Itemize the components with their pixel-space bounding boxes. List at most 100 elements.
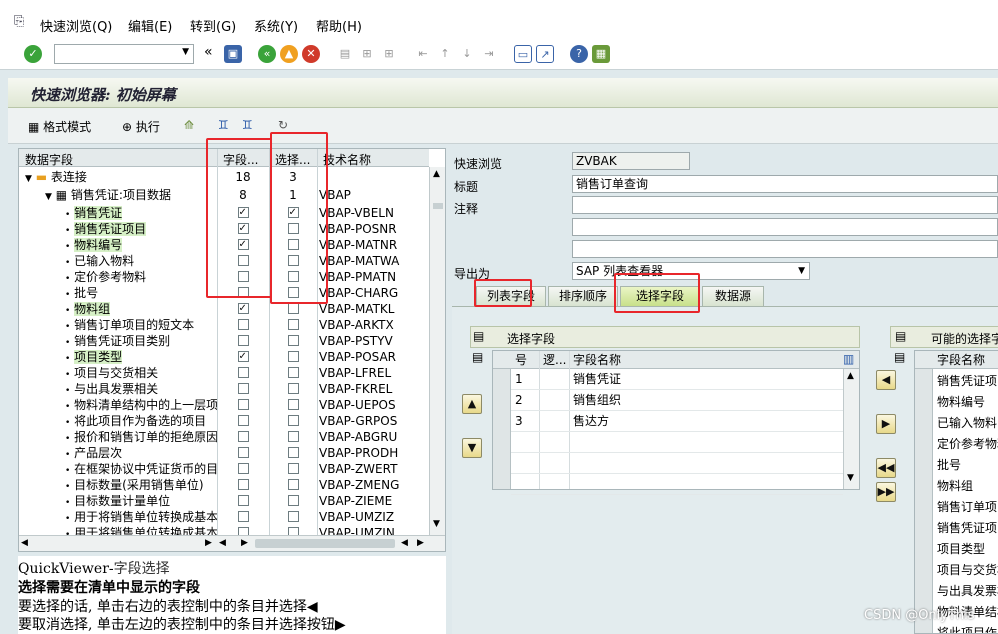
selection-field-checkbox[interactable]	[287, 495, 299, 506]
tree-node-join[interactable]: ▼ ▬ 表连接 18 3	[19, 169, 429, 185]
scroll-down-icon[interactable]: ▼	[433, 519, 440, 529]
selection-field-checkbox[interactable]	[287, 383, 299, 394]
deselect-all-icon[interactable]: ▤	[472, 350, 483, 364]
col-field-name[interactable]: 字段名称	[573, 350, 621, 370]
selection-field-checkbox[interactable]	[287, 351, 299, 362]
tree-field-row[interactable]: • 目标数量(采用销售单位) VBAP-ZMENG	[19, 477, 429, 493]
col-logic[interactable]: 逻...	[543, 350, 566, 370]
print-icon[interactable]: ▤	[336, 45, 354, 63]
help-icon[interactable]: ?	[570, 45, 588, 63]
tab-sort-order[interactable]: 排序顺序	[548, 286, 618, 306]
layout-menu-icon[interactable]: ▦	[592, 45, 610, 63]
scroll-left-icon[interactable]: ◀	[401, 538, 408, 548]
list-field-checkbox[interactable]	[237, 511, 249, 522]
execute-button[interactable]: ⊕ 执行	[122, 118, 160, 135]
menu-help[interactable]: 帮助(H)	[316, 16, 362, 35]
list-field-checkbox[interactable]	[237, 463, 249, 474]
tree-field-row[interactable]: • 物料清单结构中的上一层项目 VBAP-UEPOS	[19, 397, 429, 413]
tree-field-row[interactable]: • 用于将销售单位转换成基本单位 VBAP-UMZIZ	[19, 509, 429, 525]
change-icon[interactable]: ⟰	[184, 118, 194, 132]
tree-field-row[interactable]: • 将此项目作为备选的项目 VBAP-GRPOS	[19, 413, 429, 429]
tree-field-row[interactable]: • 销售订单项目的短文本 VBAP-ARKTX	[19, 317, 429, 333]
table-row[interactable]	[511, 453, 843, 474]
selection-field-checkbox[interactable]	[287, 447, 299, 458]
tree-field-row[interactable]: • 物料编号 VBAP-MATNR	[19, 237, 429, 253]
table-row[interactable]: 2 销售组织	[511, 390, 843, 411]
menu-goto[interactable]: 转到(G)	[190, 16, 236, 35]
selection-field-checkbox[interactable]	[287, 399, 299, 410]
refresh-icon[interactable]: ↻	[278, 118, 288, 132]
find-next-icon[interactable]: ♊	[242, 118, 253, 132]
find-icon[interactable]: ⊞	[358, 45, 376, 63]
tree-field-row[interactable]: • 销售凭证 VBAP-VBELN	[19, 205, 429, 221]
menu-edit[interactable]: 编辑(E)	[128, 16, 172, 35]
menu-system[interactable]: 系统(Y)	[254, 16, 298, 35]
move-up-button[interactable]: ▲	[462, 394, 482, 414]
selection-field-checkbox[interactable]	[287, 205, 299, 221]
title-input[interactable]: 销售订单查询	[572, 175, 998, 193]
list-field-checkbox[interactable]	[237, 399, 249, 410]
list-field-checkbox[interactable]	[237, 205, 249, 221]
list-field-checkbox[interactable]	[237, 221, 249, 237]
table-row[interactable]	[511, 474, 843, 495]
select-all-icon[interactable]: ▤	[473, 329, 484, 343]
tree-field-row[interactable]: • 定价参考物料 VBAP-PMATN	[19, 269, 429, 285]
list-field-checkbox[interactable]	[237, 287, 249, 298]
scroll-right-icon[interactable]: ▶	[241, 538, 248, 548]
select-all-icon[interactable]: ▤	[895, 329, 906, 343]
col-field-name[interactable]: 字段名称	[937, 351, 985, 370]
selection-field-checkbox[interactable]	[287, 271, 299, 282]
table-row[interactable]: 3 售达方	[511, 411, 843, 432]
selection-field-checkbox[interactable]	[287, 463, 299, 474]
selection-field-checkbox[interactable]	[287, 319, 299, 330]
new-session-icon[interactable]: ▭	[514, 45, 532, 63]
table-row[interactable]	[511, 432, 843, 453]
column-config-icon[interactable]: ▥	[843, 352, 854, 366]
save-icon[interactable]: ▣	[224, 45, 242, 63]
tree-field-row[interactable]: • 在框架协议中凭证货币的目标值 VBAP-ZWERT	[19, 461, 429, 477]
scroll-thumb[interactable]	[255, 539, 395, 548]
note-input-3[interactable]	[572, 240, 998, 258]
list-field-checkbox[interactable]	[237, 447, 249, 458]
deselect-all-icon[interactable]: ▤	[894, 350, 905, 364]
enter-check-icon[interactable]: ✓	[24, 45, 42, 63]
menu-quickview[interactable]: 快速浏览(Q)	[40, 16, 112, 35]
cancel-icon[interactable]: ✕	[302, 45, 320, 63]
list-item[interactable]: 销售订单项目的短文本	[933, 497, 998, 518]
note-input-1[interactable]	[572, 196, 998, 214]
tree-field-row[interactable]: • 批号 VBAP-CHARG	[19, 285, 429, 301]
list-field-checkbox[interactable]	[237, 367, 249, 378]
selection-field-checkbox[interactable]	[287, 367, 299, 378]
tab-selection-fields[interactable]: 选择字段	[620, 286, 700, 306]
list-field-checkbox[interactable]	[237, 237, 249, 253]
list-field-checkbox[interactable]	[237, 319, 249, 330]
tab-data-source[interactable]: 数据源	[702, 286, 764, 306]
add-field-button[interactable]: ◀	[876, 370, 896, 390]
tree-horizontal-scrollbar[interactable]: ◀ ▶ ◀ ▶ ◀ ▶	[19, 535, 445, 551]
collapse-icon[interactable]: «	[204, 44, 213, 60]
list-item[interactable]: 项目与交货相关	[933, 560, 998, 581]
note-input-2[interactable]	[572, 218, 998, 236]
selection-field-checkbox[interactable]	[287, 239, 299, 250]
scroll-up-icon[interactable]: ▲	[847, 371, 854, 381]
list-item[interactable]: 销售凭证项目类别	[933, 518, 998, 539]
add-all-button[interactable]: ◀◀	[876, 458, 896, 478]
menu-system-icon[interactable]: ⎘	[14, 14, 24, 29]
col-number[interactable]: 号	[515, 350, 527, 370]
list-field-checkbox[interactable]	[237, 335, 249, 346]
scroll-down-icon[interactable]: ▼	[847, 473, 854, 483]
scroll-right-icon[interactable]: ▶	[205, 538, 212, 548]
find-next-icon[interactable]: ⊞	[380, 45, 398, 63]
exit-icon[interactable]: ▲	[280, 45, 298, 63]
list-field-checkbox[interactable]	[237, 495, 249, 506]
tree-field-row[interactable]: • 产品层次 VBAP-PRODH	[19, 445, 429, 461]
next-page-icon[interactable]: ↓	[458, 45, 476, 63]
list-field-checkbox[interactable]	[237, 383, 249, 394]
remove-field-button[interactable]: ▶	[876, 414, 896, 434]
selection-field-checkbox[interactable]	[287, 479, 299, 490]
chevron-down-icon[interactable]: ▼	[182, 47, 189, 57]
list-field-checkbox[interactable]	[237, 415, 249, 426]
list-field-checkbox[interactable]	[237, 349, 249, 365]
selection-field-checkbox[interactable]	[287, 255, 299, 266]
scroll-left-icon[interactable]: ◀	[21, 538, 28, 548]
